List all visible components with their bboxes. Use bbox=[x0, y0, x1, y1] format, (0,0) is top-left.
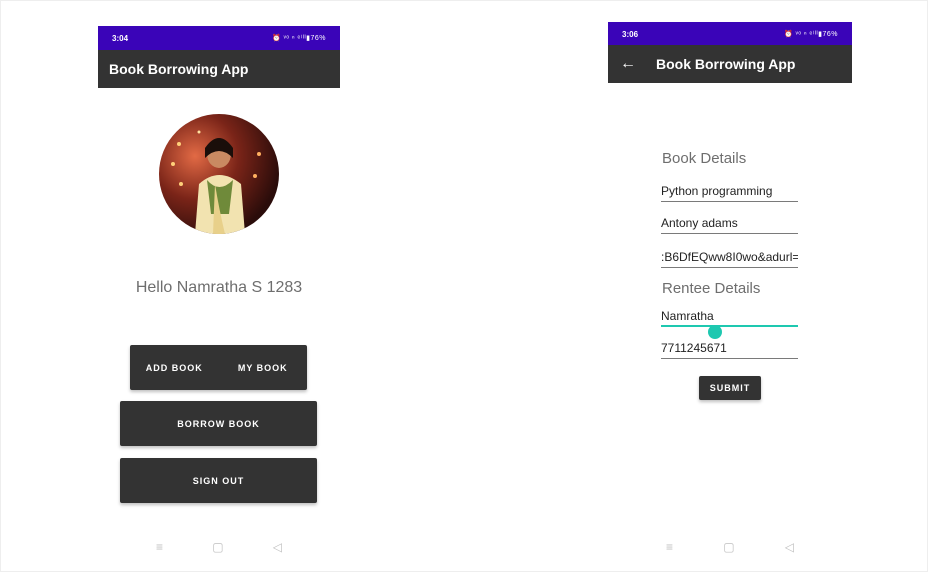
back-arrow-icon[interactable]: ← bbox=[620, 55, 636, 73]
right-phone-screen: 3:06 ⏰ ᵛᵒ ⁿ ᵉ⁽ᴵᴵ▮76% ← Book Borrowing Ap… bbox=[0, 0, 928, 572]
status-time: 3:06 bbox=[622, 29, 639, 39]
book-title-input[interactable]: Python programming bbox=[661, 180, 798, 202]
rentee-details-heading: Rentee Details bbox=[662, 280, 761, 297]
status-bar: 3:06 ⏰ ᵛᵒ ⁿ ᵉ⁽ᴵᴵ▮76% bbox=[608, 22, 852, 46]
navigation-bar: ≡ ▢ ◁ bbox=[666, 540, 794, 554]
back-icon[interactable]: ◁ bbox=[785, 540, 794, 554]
status-icons: ⏰ ᵛᵒ ⁿ ᵉ⁽ᴵᴵ▮76% bbox=[783, 31, 838, 38]
app-title: Book Borrowing App bbox=[656, 56, 796, 72]
home-icon[interactable]: ▢ bbox=[723, 540, 734, 554]
author-input[interactable]: Antony adams bbox=[661, 212, 798, 234]
book-details-heading: Book Details bbox=[662, 150, 747, 167]
book-url-input[interactable]: :B6DfEQww8I0wo&adurl= bbox=[661, 246, 798, 268]
phone-number-input[interactable]: 7711245671 bbox=[661, 337, 798, 359]
menu-icon[interactable]: ≡ bbox=[666, 540, 673, 554]
submit-button[interactable]: SUBMIT bbox=[699, 376, 761, 400]
rentee-name-input[interactable]: Namratha bbox=[661, 305, 798, 327]
app-bar: ← Book Borrowing App bbox=[608, 45, 852, 83]
